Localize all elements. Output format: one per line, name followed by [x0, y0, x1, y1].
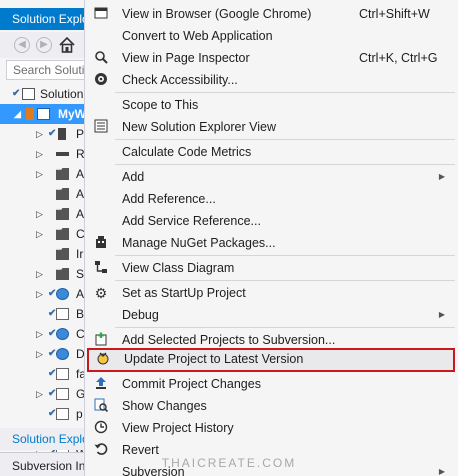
svn-add-icon	[93, 332, 109, 348]
menu-item-check-accessibility[interactable]: Check Accessibility...	[85, 69, 458, 91]
menu-separator	[115, 139, 455, 140]
checkmark-icon: ✔	[12, 88, 21, 99]
folder-icon	[56, 168, 69, 180]
folder-icon	[56, 268, 69, 280]
menu-item-debug[interactable]: Debug ▶	[85, 304, 458, 326]
menu-item-add-service-reference[interactable]: Add Service Reference...	[85, 210, 458, 232]
nuget-icon	[93, 235, 109, 251]
submenu-arrow-icon: ▶	[438, 467, 445, 476]
menu-item-scope-to-this[interactable]: Scope to This	[85, 94, 458, 116]
gear-icon: ⚙	[94, 285, 108, 301]
menu-item-view-in-browser[interactable]: View in Browser (Google Chrome) Ctrl+Shi…	[85, 3, 458, 25]
menu-item-convert-to-web-application[interactable]: Convert to Web Application	[85, 25, 458, 47]
menu-separator	[115, 255, 455, 256]
page-inspector-icon	[93, 50, 109, 66]
checkmark-icon: ✔	[48, 128, 57, 139]
menu-separator	[115, 92, 455, 93]
solution-icon	[22, 88, 35, 100]
history-icon	[93, 420, 109, 436]
accessibility-icon	[93, 72, 109, 88]
forward-icon[interactable]: ▶	[36, 37, 52, 53]
menu-item-add-reference[interactable]: Add Reference...	[85, 188, 458, 210]
folder-icon	[56, 228, 69, 240]
references-icon	[56, 152, 69, 156]
submenu-arrow-icon: ▶	[438, 172, 445, 181]
folder-icon	[56, 208, 69, 220]
web-file-icon	[56, 348, 69, 360]
file-icon	[56, 368, 69, 380]
project-status-icon	[26, 108, 34, 120]
show-changes-icon	[93, 398, 109, 414]
browser-icon	[93, 6, 109, 22]
web-file-icon	[56, 328, 69, 340]
menu-item-add[interactable]: Add ▶	[85, 166, 458, 188]
watermark-text: THAICREATE.COM	[161, 456, 297, 470]
new-view-icon	[93, 119, 109, 135]
web-project-icon	[37, 108, 50, 120]
class-diagram-icon	[93, 260, 109, 276]
expanded-arrow-icon: ◢	[14, 109, 21, 119]
svn-commit-icon	[93, 376, 109, 392]
menu-separator	[115, 327, 455, 328]
menu-item-update-project-to-latest-version[interactable]: Update Project to Latest Version	[87, 348, 455, 372]
context-menu: View in Browser (Google Chrome) Ctrl+Shi…	[84, 0, 458, 476]
web-file-icon	[56, 288, 69, 300]
menu-item-view-class-diagram[interactable]: View Class Diagram	[85, 257, 458, 279]
svn-update-icon	[95, 351, 111, 367]
home-icon[interactable]	[58, 36, 76, 54]
menu-item-calculate-code-metrics[interactable]: Calculate Code Metrics	[85, 141, 458, 163]
menu-item-show-changes[interactable]: Show Changes	[85, 395, 458, 417]
menu-item-view-in-page-inspector[interactable]: View in Page Inspector Ctrl+K, Ctrl+G	[85, 47, 458, 69]
menu-separator	[115, 164, 455, 165]
menu-item-set-as-startup-project[interactable]: ⚙ Set as StartUp Project	[85, 282, 458, 304]
properties-icon	[58, 128, 66, 140]
menu-item-view-project-history[interactable]: View Project History	[85, 417, 458, 439]
file-icon	[56, 408, 69, 420]
file-icon	[56, 388, 69, 400]
menu-item-new-solution-explorer-view[interactable]: New Solution Explorer View	[85, 116, 458, 138]
file-icon	[56, 308, 69, 320]
submenu-arrow-icon: ▶	[438, 310, 445, 319]
menu-separator	[115, 280, 455, 281]
menu-item-commit-project-changes[interactable]: Commit Project Changes	[85, 373, 458, 395]
menu-item-manage-nuget-packages[interactable]: Manage NuGet Packages...	[85, 232, 458, 254]
back-icon[interactable]: ◀	[14, 37, 30, 53]
folder-icon	[56, 188, 69, 200]
folder-icon	[56, 248, 69, 260]
